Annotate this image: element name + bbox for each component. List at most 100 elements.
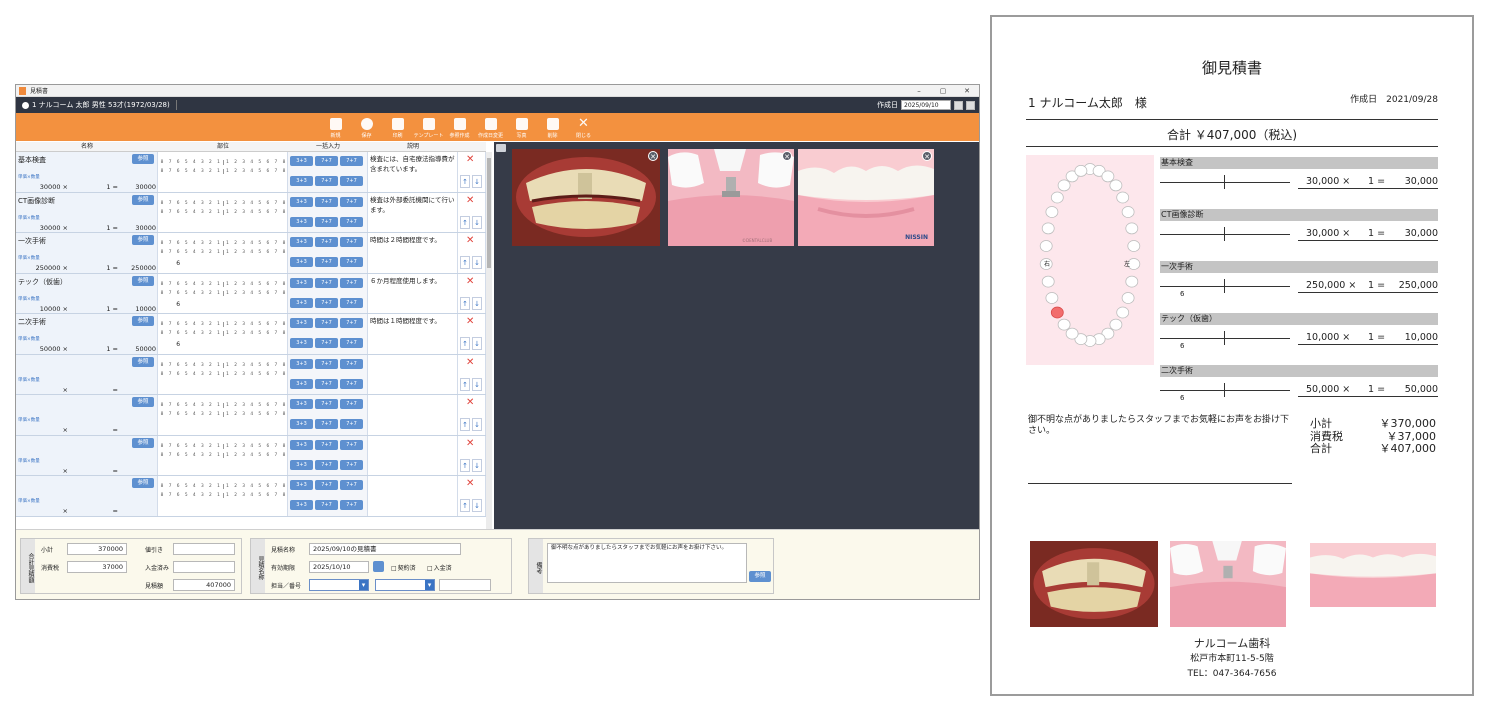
row-description[interactable] [368,476,458,516]
delete-row-icon[interactable]: ✕ [466,235,474,246]
bulk-input-button[interactable]: 7+7 [315,358,338,369]
lower-teeth[interactable]: 8765432112345678 [158,209,288,216]
row-description[interactable] [368,354,458,394]
row-qty[interactable]: = [113,507,118,515]
new-button[interactable]: 新規 [320,113,351,141]
close-button[interactable]: ✕ 閉じる [568,113,599,141]
bulk-input-button[interactable]: 7+7 [315,176,338,186]
remarks-textarea[interactable]: 御不明な点がありましたらスタッフまでお気軽にお声をお掛け下さい。 [547,543,747,583]
bulk-input-button[interactable]: 7+7 [315,297,338,308]
move-down-icon[interactable]: ↓ [472,296,482,310]
bulk-input-button[interactable]: 7+7 [315,237,338,247]
template-button[interactable]: テンプレート [413,113,444,141]
bulk-input-button[interactable]: 7+7 [315,500,338,510]
row-name-cell[interactable]: テック（仮歯） 参照 単価×数量 10000 × 1 = 10000 [16,273,158,313]
lower-teeth[interactable]: 8765432112345678 [158,290,288,297]
upper-teeth[interactable]: 8765432112345678 [158,362,288,369]
row-name-cell[interactable]: 二次手術 参照 単価×数量 50000 × 1 = 50000 [16,314,158,354]
calendar-icon[interactable] [373,561,384,572]
bulk-input-button[interactable]: 7+7 [315,156,338,166]
bulk-input-button[interactable]: 7+7 [340,318,363,328]
bulk-input-button[interactable]: 7+7 [340,419,363,429]
photo-intraoral[interactable]: ✕ [512,149,660,246]
row-name-cell[interactable]: 参照 単価×数量 × = [16,395,158,435]
move-up-icon[interactable]: ↑ [460,337,470,350]
row-ref-button[interactable]: 参照 [132,397,154,407]
move-down-icon[interactable]: ↓ [472,337,482,350]
row-description[interactable]: 検査には、自宅療法指導費が含まれています。 [368,152,458,192]
bulk-input-button[interactable]: 7+7 [340,378,363,389]
bulk-input-button[interactable]: 3+3 [290,297,313,308]
bulk-input-button[interactable]: 7+7 [340,358,363,369]
reference-button[interactable]: 参照作成 [444,113,475,141]
row-name-cell[interactable]: 参照 単価×数量 × = [16,435,158,475]
upper-teeth[interactable]: 8765432112345678 [158,483,288,490]
row-qty[interactable]: 1 = [106,183,118,191]
estimate-name-field[interactable]: 2025/09/10の見積書 [309,543,461,555]
settings-icon[interactable] [966,100,975,110]
bulk-input-button[interactable]: 3+3 [290,399,313,409]
bulk-input-button[interactable]: 7+7 [315,459,338,470]
lower-teeth[interactable]: 8765432112345678 [158,168,288,175]
bulk-input-button[interactable]: 7+7 [315,439,338,450]
delete-row-icon[interactable]: ✕ [466,154,474,165]
upper-teeth[interactable]: 8765432112345678 [158,159,288,166]
photo-implant[interactable]: ✕ ©DENTALCLUB [668,149,794,246]
lower-teeth[interactable]: 8765432112345678 [158,249,288,256]
bulk-input-button[interactable]: 7+7 [315,399,338,409]
row-price[interactable]: × [63,507,68,515]
row-name[interactable]: 二次手術 [18,317,46,327]
photo-close-icon[interactable]: ✕ [782,151,792,161]
row-tooth-site[interactable]: 8765432112345678 8765432112345678 6 [158,273,288,313]
move-up-icon[interactable]: ↑ [460,499,470,512]
bulk-input-button[interactable]: 3+3 [290,237,313,247]
remarks-ref-button[interactable]: 参照 [749,571,771,582]
move-down-icon[interactable]: ↓ [472,458,482,472]
row-price[interactable]: 30000 × [40,183,68,191]
deposit-checkbox[interactable]: 入金済 [427,563,452,572]
staff-dropdown[interactable] [309,579,369,591]
print-button[interactable]: 印刷 [382,113,413,141]
row-name[interactable]: テック（仮歯） [18,277,67,287]
row-description[interactable]: 時間は１時間程度です。 [368,314,458,354]
row-qty[interactable]: 1 = [106,345,118,353]
row-ref-button[interactable]: 参照 [132,235,154,245]
row-tooth-site[interactable]: 8765432112345678 8765432112345678 6 [158,233,288,273]
valid-until-field[interactable]: 2025/10/10 [309,561,369,573]
bulk-input-button[interactable]: 7+7 [340,439,363,450]
bulk-input-button[interactable]: 7+7 [315,338,338,348]
bulk-input-button[interactable]: 7+7 [315,378,338,389]
lower-teeth[interactable]: 8765432112345678 [158,452,288,459]
row-name-cell[interactable]: CT画像診断 参照 単価×数量 30000 × 1 = 30000 [16,192,158,232]
bulk-input-button[interactable]: 7+7 [340,237,363,247]
delete-row-icon[interactable]: ✕ [466,276,474,287]
bulk-input-button[interactable]: 7+7 [340,500,363,510]
bulk-input-button[interactable]: 3+3 [290,459,313,470]
bulk-input-button[interactable]: 7+7 [315,318,338,328]
bulk-input-button[interactable]: 3+3 [290,480,313,490]
row-qty[interactable]: 1 = [106,264,118,272]
bulk-input-button[interactable]: 7+7 [340,480,363,490]
row-qty[interactable]: 1 = [106,224,118,232]
lower-teeth[interactable]: 8765432112345678 [158,330,288,337]
photo-gum-model[interactable]: ✕ NISSIN [798,149,934,246]
row-tooth-site[interactable]: 8765432112345678 8765432112345678 [158,354,288,394]
change-date-button[interactable]: 作成日変更 [475,113,506,141]
bulk-input-button[interactable]: 7+7 [340,399,363,409]
bulk-input-button[interactable]: 3+3 [290,358,313,369]
row-price[interactable]: 250000 × [36,264,68,272]
move-up-icon[interactable]: ↑ [460,418,470,431]
move-down-icon[interactable]: ↓ [472,256,482,269]
bulk-input-button[interactable]: 7+7 [315,216,338,227]
bulk-input-button[interactable]: 3+3 [290,257,313,267]
bulk-input-button[interactable]: 3+3 [290,439,313,450]
delete-row-icon[interactable]: ✕ [466,397,474,408]
row-tooth-site[interactable]: 8765432112345678 8765432112345678 6 [158,314,288,354]
move-up-icon[interactable]: ↑ [460,458,470,472]
lower-teeth[interactable]: 8765432112345678 [158,371,288,378]
row-tooth-site[interactable]: 8765432112345678 8765432112345678 [158,435,288,475]
upper-teeth[interactable]: 8765432112345678 [158,321,288,328]
bulk-input-button[interactable]: 7+7 [340,216,363,227]
row-description[interactable]: 時間は２時間程度です。 [368,233,458,273]
row-ref-button[interactable]: 参照 [132,356,154,367]
